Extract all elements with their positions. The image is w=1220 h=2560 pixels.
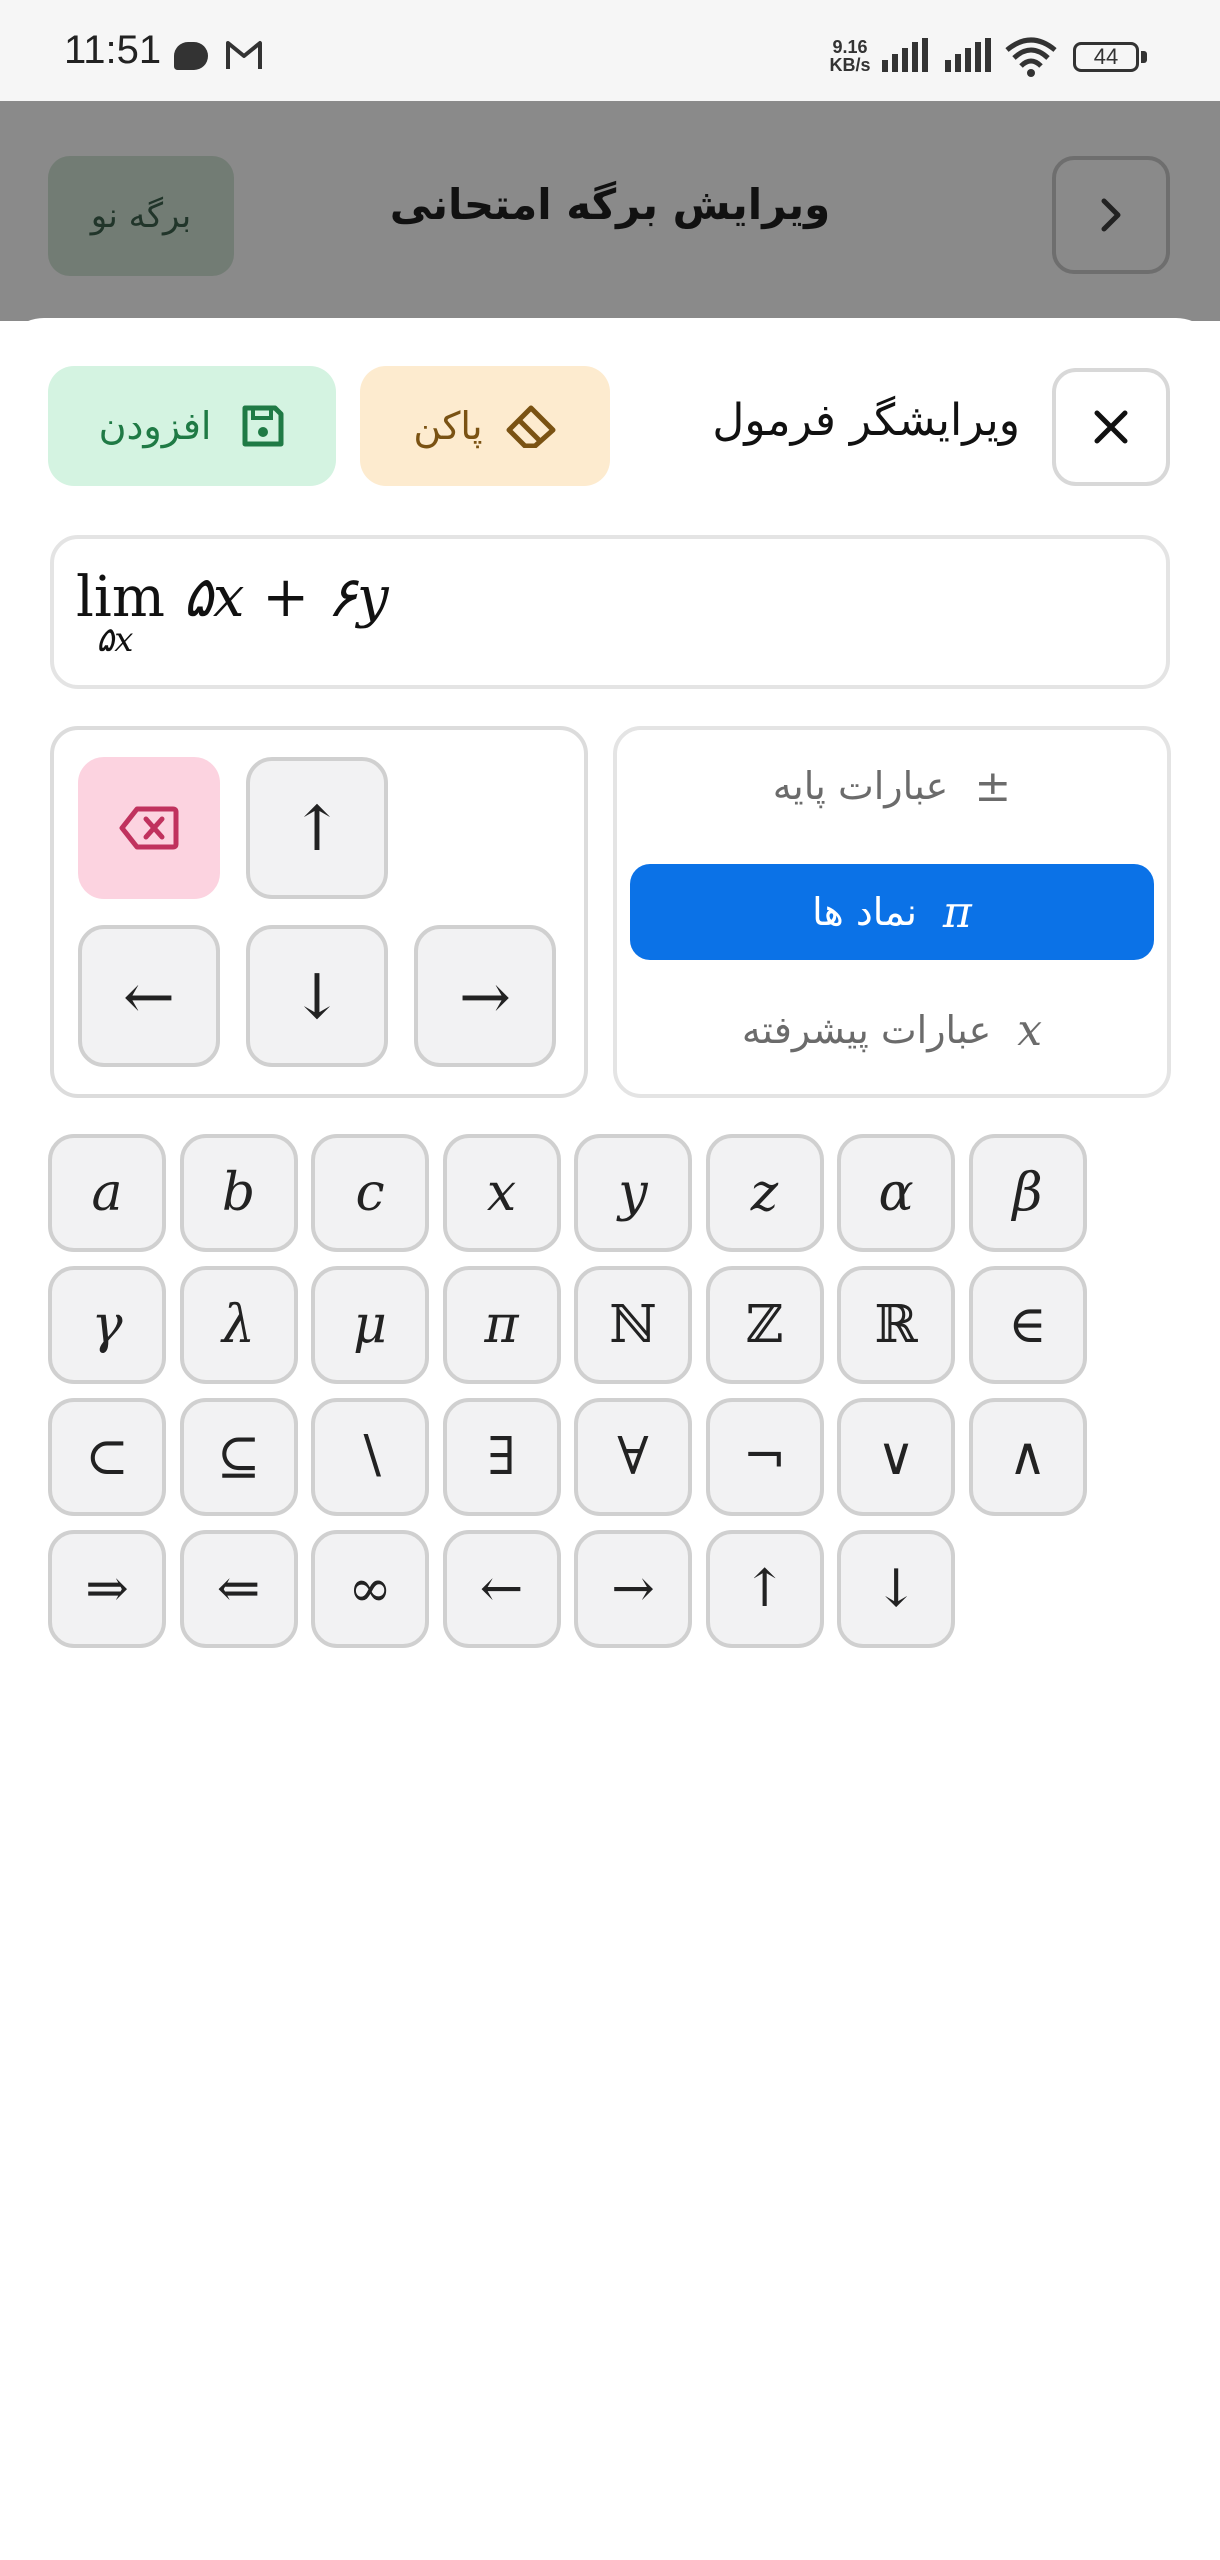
plus-minus-icon: ± <box>974 760 1012 812</box>
formula-subscript: ۵x <box>96 620 134 660</box>
symbol-key[interactable]: γ <box>48 1266 166 1384</box>
symbol-key[interactable]: ↑ <box>705 1530 824 1648</box>
symbol-key[interactable]: ⇒ <box>48 1530 166 1648</box>
backspace-button[interactable] <box>78 757 220 899</box>
tab-symbols-label: نماد ها <box>812 890 917 934</box>
symbol-key[interactable]: a <box>48 1134 166 1252</box>
tab-basic-expressions[interactable]: عبارات پایه ± <box>630 738 1154 834</box>
battery-indicator: 44 <box>1073 42 1139 72</box>
formula-body: ۵x + ۶y <box>182 565 389 630</box>
symbol-key[interactable]: ⊆ <box>179 1398 298 1516</box>
symbol-key[interactable]: ∀ <box>574 1398 692 1516</box>
network-speed-unit: KB/s <box>829 55 871 75</box>
cursor-down-key[interactable]: ↓ <box>246 925 388 1067</box>
symbol-key[interactable]: ℕ <box>574 1266 692 1384</box>
symbol-key[interactable]: x <box>442 1134 561 1252</box>
tab-advanced-expressions-label: عبارات پیشرفته <box>741 1008 992 1052</box>
status-time: 11:51 <box>64 28 162 72</box>
cursor-up-key[interactable]: ↑ <box>246 757 388 899</box>
network-speed-value: 9.16 <box>832 37 868 57</box>
clear-button-label: پاکن <box>413 404 483 448</box>
symbol-key[interactable]: ¬ <box>705 1398 824 1516</box>
add-button[interactable]: افزودن <box>48 366 336 486</box>
gmail-notification-icon <box>226 41 262 69</box>
symbol-key[interactable]: π <box>442 1266 561 1384</box>
save-icon <box>242 405 284 447</box>
variable-x-icon: x <box>1017 1004 1043 1056</box>
eraser-icon <box>506 405 556 448</box>
symbol-key[interactable]: ∧ <box>968 1398 1087 1516</box>
tab-symbols[interactable]: نماد ها π <box>630 864 1154 960</box>
add-button-label: افزودن <box>98 404 212 448</box>
symbol-key[interactable]: ∞ <box>311 1530 429 1648</box>
wifi-icon <box>1005 37 1057 77</box>
signal-icon <box>882 38 928 72</box>
symbol-key[interactable]: z <box>705 1134 824 1252</box>
symbol-key[interactable]: μ <box>311 1266 429 1384</box>
symbol-key[interactable]: ← <box>442 1530 561 1648</box>
close-button[interactable] <box>1052 368 1170 486</box>
clear-button[interactable]: پاکن <box>360 366 610 486</box>
symbol-key[interactable]: ℝ <box>837 1266 955 1384</box>
symbol-key[interactable]: ↓ <box>837 1530 955 1648</box>
symbol-key[interactable]: b <box>179 1134 298 1252</box>
cursor-right-key[interactable]: → <box>414 925 556 1067</box>
tab-advanced-expressions[interactable]: عبارات پیشرفته x <box>630 982 1154 1078</box>
symbol-key[interactable]: ⊂ <box>48 1398 166 1516</box>
symbol-key[interactable]: → <box>574 1530 692 1648</box>
symbol-key[interactable]: ℤ <box>705 1266 824 1384</box>
page-title: ویرایش برگه امتحانی <box>389 180 831 229</box>
symbol-key[interactable]: β <box>968 1134 1087 1252</box>
chevron-right-icon <box>1101 198 1121 232</box>
symbol-key[interactable]: α <box>837 1134 955 1252</box>
status-bar: 11:51 9.16 KB/s 44 <box>0 0 1220 101</box>
symbol-key[interactable]: ∃ <box>442 1398 561 1516</box>
chat-notification-icon <box>174 42 208 70</box>
signal-icon-2 <box>945 38 991 72</box>
symbol-key[interactable]: λ <box>179 1266 298 1384</box>
battery-tip <box>1141 51 1147 63</box>
symbol-key[interactable]: ∖ <box>311 1398 429 1516</box>
symbol-key[interactable]: ∨ <box>837 1398 955 1516</box>
symbol-key[interactable]: ⇐ <box>179 1530 298 1648</box>
tab-basic-expressions-label: عبارات پایه <box>772 764 949 808</box>
symbol-key[interactable]: y <box>574 1134 692 1252</box>
new-sheet-button: برگه نو <box>48 156 234 276</box>
back-button <box>1052 156 1170 274</box>
pi-icon: π <box>942 886 972 938</box>
symbol-key[interactable]: ∈ <box>968 1266 1087 1384</box>
symbol-key[interactable]: c <box>311 1134 429 1252</box>
network-speed: 9.16 KB/s <box>825 38 875 74</box>
close-icon <box>1094 410 1128 444</box>
backspace-icon <box>119 806 179 850</box>
cursor-left-key[interactable]: ← <box>78 925 220 1067</box>
formula-editor-title: ویرایشگر فرمول <box>712 395 1020 446</box>
